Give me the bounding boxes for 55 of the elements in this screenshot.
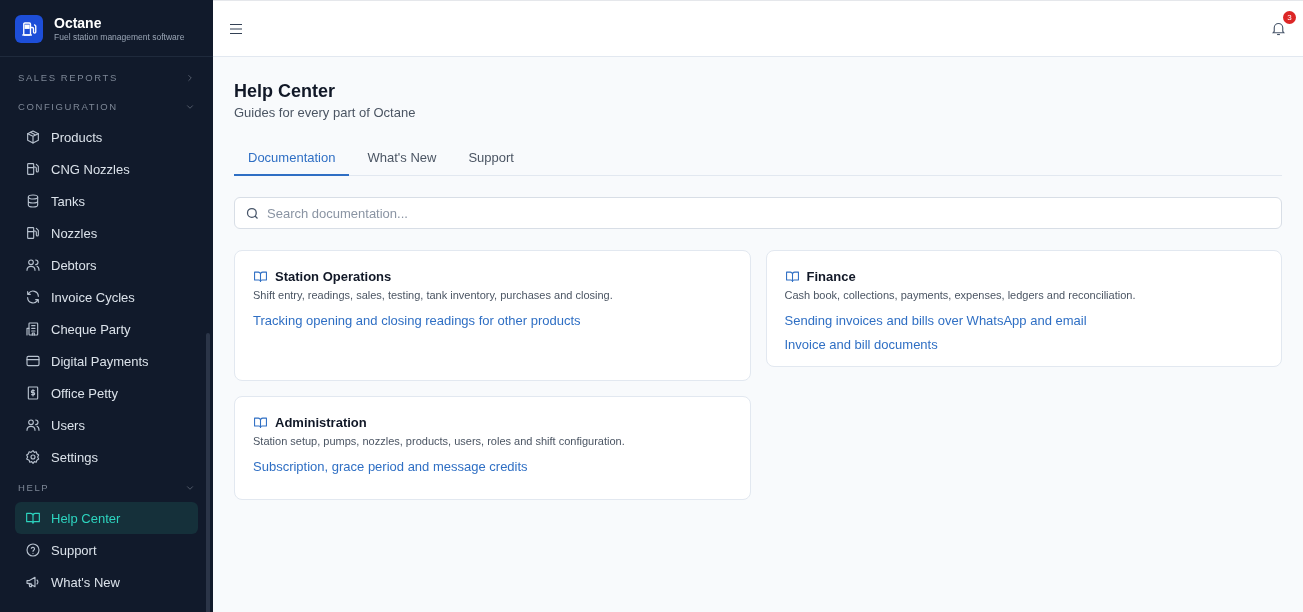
sidebar-item[interactable]: Debtors	[15, 249, 198, 281]
box-icon	[25, 129, 41, 145]
section-header[interactable]: SALES REPORTS	[15, 63, 198, 92]
building-icon	[25, 321, 41, 337]
fuel-pump-icon	[25, 225, 41, 241]
fuel-pump-logo-icon	[15, 14, 43, 43]
tab[interactable]: Documentation	[234, 141, 350, 176]
sidebar-item[interactable]: Digital Payments	[15, 345, 198, 377]
dollar-document-icon	[25, 385, 41, 401]
card-title: Station Operations	[275, 269, 392, 284]
book-icon	[784, 269, 800, 284]
book-icon	[253, 269, 268, 284]
notification-count-badge: 3	[1283, 11, 1296, 24]
search-icon	[245, 206, 260, 221]
card-title: Finance	[806, 269, 856, 284]
card-description: Station setup, pumps, nozzles, products, users, roles and shift configuration.	[253, 435, 626, 447]
sidebar-item[interactable]: Help Center	[15, 502, 198, 534]
card-description: Cash book, collections, payments, expenses, ledgers and reconciliation.	[784, 289, 1137, 301]
sidebar-item[interactable]: CNG Nozzles	[15, 153, 198, 185]
sidebar-item[interactable]: Nozzles	[15, 217, 198, 249]
article-link[interactable]: Tracking opening and closing readings for other products	[253, 313, 581, 328]
section-header[interactable]: CONFIGURATION	[15, 92, 198, 121]
sidebar-item[interactable]: Invoice Cycles	[15, 281, 198, 313]
card-title: Administration	[275, 415, 367, 430]
search-field[interactable]: Search documentation...	[234, 197, 1282, 229]
sidebar-item[interactable]: What's New	[15, 566, 198, 598]
tab[interactable]: Support	[454, 141, 528, 176]
page-subtitle: Guides for every part of Octane	[234, 104, 417, 122]
refresh-icon	[25, 289, 41, 305]
users-icon	[25, 257, 41, 273]
page-title: Help Center	[234, 80, 337, 102]
users-icon	[25, 417, 41, 433]
help-icon	[25, 542, 41, 558]
section-header[interactable]: HELP	[15, 473, 198, 502]
sidebar-item[interactable]: Users	[15, 409, 198, 441]
settings-icon	[25, 449, 41, 465]
card-description: Shift entry, readings, sales, testing, tank inventory, purchases and closing.	[253, 289, 614, 301]
sidebar-item[interactable]: Products	[15, 121, 198, 153]
credit-card-icon	[25, 353, 41, 369]
book-icon	[25, 510, 41, 526]
fuel-pump-icon	[25, 161, 41, 177]
article-link[interactable]: Sending invoices and bills over WhatsApp and email	[784, 313, 1087, 328]
megaphone-icon	[25, 574, 41, 590]
app-tagline: Fuel station management software	[54, 31, 185, 43]
article-link[interactable]: Subscription, grace period and message credits	[253, 459, 528, 474]
sidebar-item[interactable]: Cheque Party	[15, 313, 198, 345]
app-name: Octane	[54, 14, 103, 32]
sidebar-item[interactable]: Support	[15, 534, 198, 566]
sidebar-item[interactable]: Office Petty	[15, 377, 198, 409]
book-icon	[253, 415, 268, 430]
article-link[interactable]: Invoice and bill documents	[784, 337, 938, 352]
sidebar-item[interactable]: Tanks	[15, 185, 198, 217]
database-icon	[25, 193, 41, 209]
sidebar-item[interactable]: Settings	[15, 441, 198, 473]
tab[interactable]: What's New	[353, 141, 451, 176]
